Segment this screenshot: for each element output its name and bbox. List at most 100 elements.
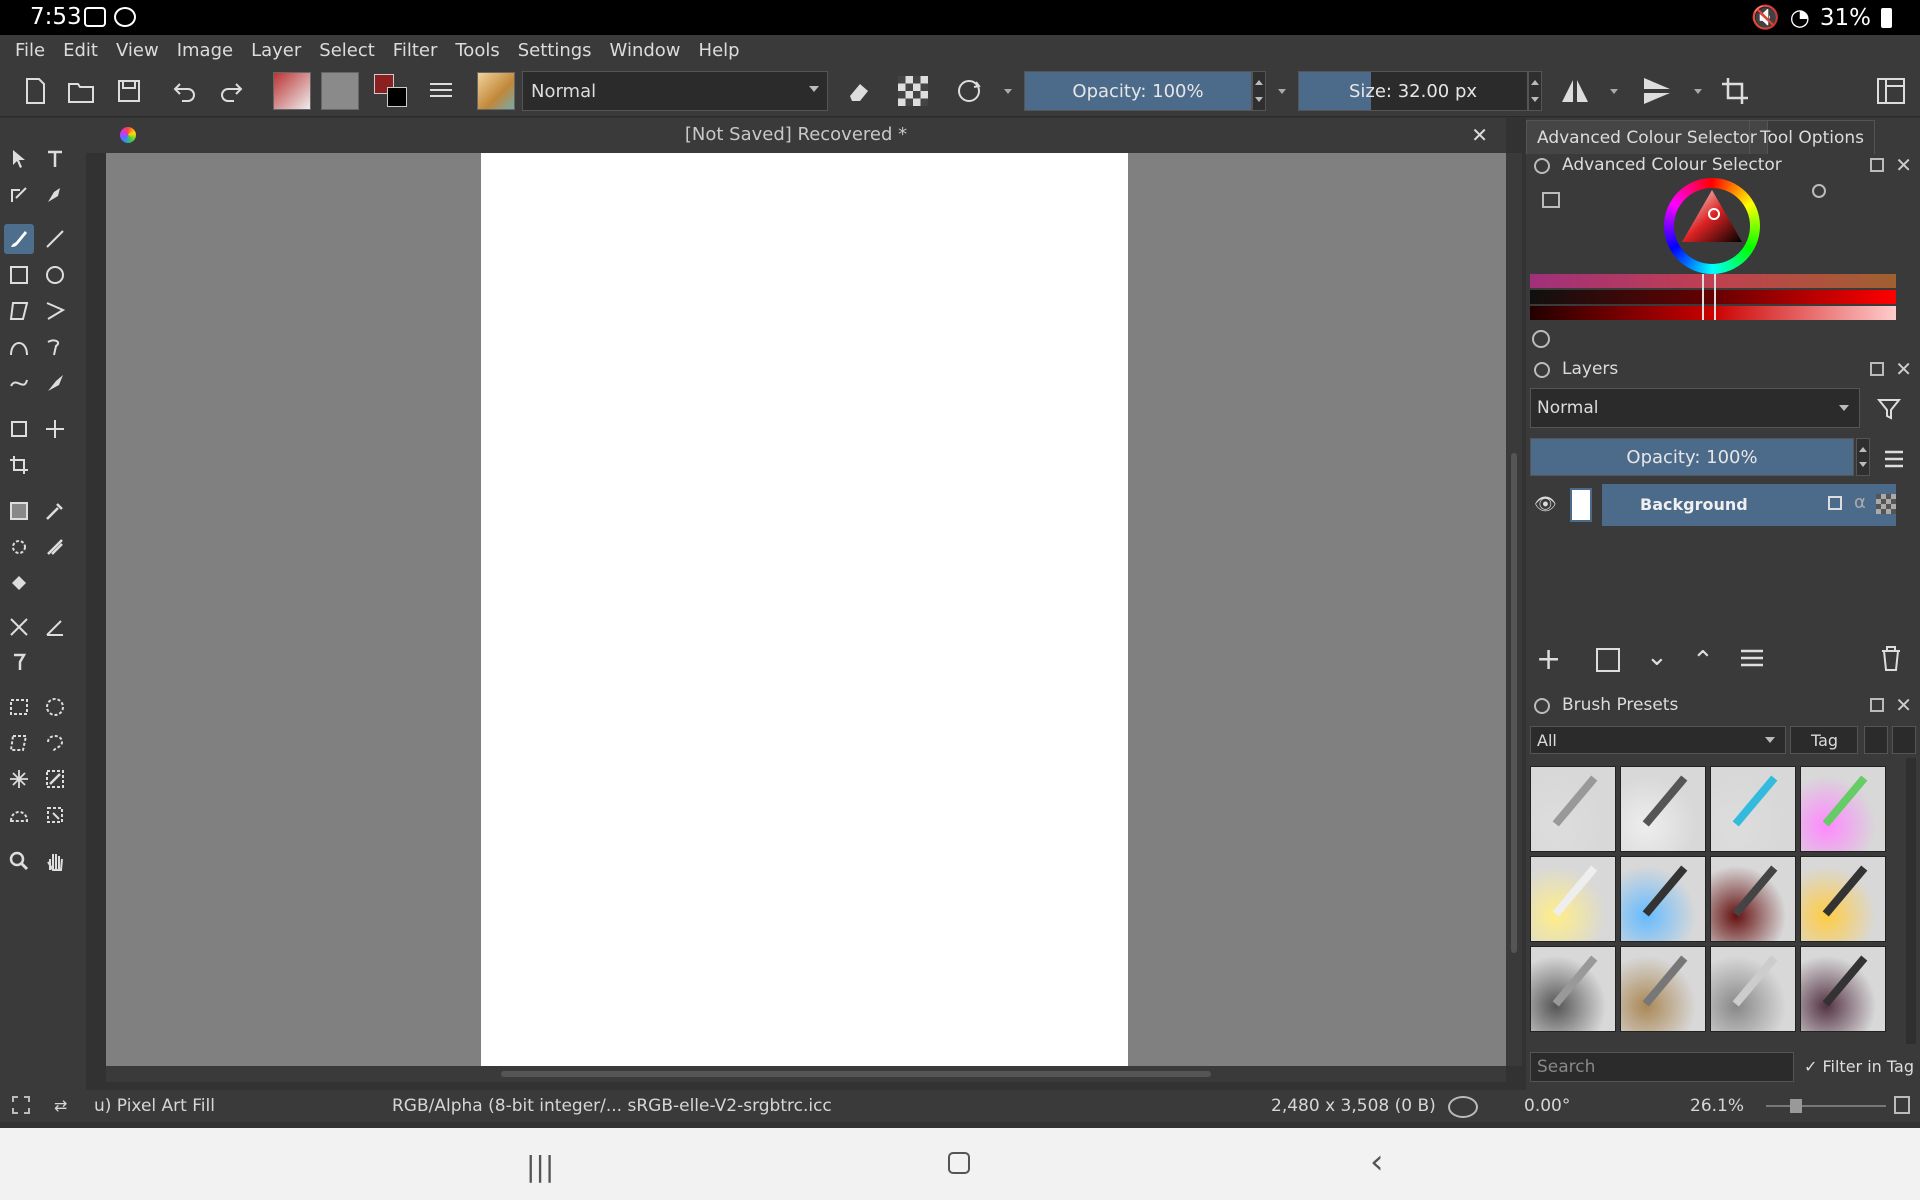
polygon-tool-icon[interactable] — [4, 296, 34, 326]
calligraphy-tool-icon[interactable] — [40, 180, 70, 210]
tag-button[interactable]: Tag — [1790, 726, 1858, 754]
fill-tool-icon[interactable] — [40, 532, 70, 562]
no-color-icon[interactable] — [1812, 184, 1826, 198]
brush-search-input[interactable]: Search — [1530, 1052, 1794, 1082]
inherit-alpha-icon[interactable] — [1876, 494, 1896, 514]
brush-preset-item[interactable] — [1620, 946, 1706, 1032]
layer-properties-icon[interactable] — [1738, 644, 1766, 676]
reload-preset-icon[interactable] — [952, 73, 986, 109]
transform-tool-icon[interactable] — [4, 414, 34, 444]
workspace-icon[interactable] — [1874, 73, 1908, 109]
edit-shapes-tool-icon[interactable] — [4, 180, 34, 210]
freehand-selection-icon[interactable] — [40, 728, 70, 758]
save-icon[interactable] — [112, 73, 146, 109]
menu-tools[interactable]: Tools — [446, 40, 508, 61]
pattern-swatch[interactable] — [320, 72, 360, 110]
brush-preset-item[interactable] — [1530, 856, 1616, 942]
hue-bar[interactable] — [1530, 274, 1896, 288]
size-spinner[interactable] — [1528, 71, 1542, 111]
zoom-slider-handle[interactable] — [1790, 1099, 1802, 1113]
magnetic-selection-icon[interactable] — [40, 800, 70, 830]
pan-tool-icon[interactable] — [40, 846, 70, 876]
bezier-curve-tool-icon[interactable] — [4, 332, 34, 362]
brush-settings-icon[interactable] — [424, 73, 458, 109]
document-tab[interactable]: [Not Saved] Recovered * ✕ — [86, 118, 1506, 153]
recent-apps-icon[interactable]: ||| — [526, 1150, 554, 1183]
layer-opacity-slider[interactable]: Opacity: 100% — [1530, 438, 1854, 476]
menu-window[interactable]: Window — [601, 40, 690, 61]
brush-tag-filter-select[interactable]: All — [1530, 726, 1786, 754]
assistant-tool-icon[interactable] — [4, 612, 34, 642]
gradient-swatch[interactable] — [272, 72, 312, 110]
zoom-slider[interactable] — [1766, 1105, 1886, 1107]
menu-select[interactable]: Select — [310, 40, 384, 61]
colour-triangle[interactable] — [1676, 186, 1748, 258]
settings-list-icon[interactable] — [1542, 192, 1560, 208]
brush-scrollbar[interactable] — [1906, 758, 1916, 1044]
select-shapes-tool-icon[interactable] — [4, 144, 34, 174]
menu-image[interactable]: Image — [168, 40, 242, 61]
home-icon[interactable] — [948, 1152, 970, 1174]
float-icon[interactable] — [1870, 698, 1884, 712]
eye-icon[interactable]: 👁 — [1534, 494, 1557, 515]
list-view-icon[interactable] — [1864, 726, 1888, 754]
multibrush-tool-icon[interactable] — [40, 368, 70, 398]
crop-tool-icon[interactable] — [4, 450, 34, 480]
bezier-selection-icon[interactable] — [4, 800, 34, 830]
refresh-icon[interactable] — [1532, 330, 1550, 348]
chevron-down-icon[interactable] — [1694, 89, 1702, 94]
tab-tool-options[interactable]: Tool Options — [1749, 120, 1876, 154]
layer-row[interactable]: 👁 Background α — [1530, 484, 1920, 526]
alpha-lock-icon[interactable] — [898, 73, 928, 109]
brush-preset-thumbnail[interactable] — [476, 72, 516, 110]
saturation-bar[interactable] — [1530, 290, 1896, 304]
undo-icon[interactable] — [168, 73, 202, 109]
vertical-scrollbar[interactable] — [1506, 153, 1522, 1066]
freehand-brush-tool-icon[interactable] — [4, 224, 34, 254]
rotation-icon[interactable] — [1448, 1096, 1478, 1118]
chevron-down-icon[interactable] — [1610, 89, 1618, 94]
scroll-thumb[interactable] — [501, 1071, 1211, 1077]
menu-layer[interactable]: Layer — [242, 40, 310, 61]
brush-preset-item[interactable] — [1620, 766, 1706, 852]
smart-patch-tool-icon[interactable] — [4, 532, 34, 562]
brush-preset-item[interactable] — [1710, 856, 1796, 942]
move-tool-icon[interactable] — [40, 414, 70, 444]
blend-mode-select[interactable]: Normal — [522, 71, 828, 111]
menu-file[interactable]: File — [6, 40, 54, 61]
horizontal-scrollbar[interactable] — [106, 1066, 1506, 1082]
wrap-around-icon[interactable] — [1718, 73, 1752, 109]
value-bar[interactable] — [1530, 306, 1896, 320]
gradient-tool-icon[interactable] — [4, 496, 34, 526]
rectangle-tool-icon[interactable] — [4, 260, 34, 290]
layer-blend-mode-select[interactable]: Normal — [1530, 388, 1860, 428]
move-down-icon[interactable]: ⌄ — [1646, 642, 1668, 672]
tab-advanced-colour-selector[interactable]: Advanced Colour Selector — [1526, 120, 1768, 154]
line-tool-icon[interactable] — [40, 224, 70, 254]
menu-filter[interactable]: Filter — [384, 40, 447, 61]
colour-wheel[interactable] — [1664, 178, 1760, 274]
paper-canvas[interactable] — [481, 153, 1128, 1066]
text-tool-icon[interactable] — [40, 144, 70, 174]
chevron-down-icon[interactable] — [1004, 89, 1012, 94]
brush-preset-item[interactable] — [1800, 856, 1886, 942]
rectangular-selection-icon[interactable] — [4, 692, 34, 722]
filter-icon[interactable] — [1876, 396, 1902, 426]
menu-help[interactable]: Help — [690, 40, 749, 61]
polyline-tool-icon[interactable] — [40, 296, 70, 326]
freehand-path-tool-icon[interactable] — [40, 332, 70, 362]
measure-tool-icon[interactable] — [40, 612, 70, 642]
lock-icon[interactable] — [1534, 158, 1550, 174]
brush-preset-item[interactable] — [1800, 946, 1886, 1032]
brush-preset-item[interactable] — [1530, 766, 1616, 852]
menu-settings[interactable]: Settings — [509, 40, 601, 61]
scroll-thumb[interactable] — [1511, 453, 1517, 953]
similar-color-selection-icon[interactable] — [40, 764, 70, 794]
close-icon[interactable]: ✕ — [1895, 693, 1912, 717]
lock-icon[interactable] — [1828, 496, 1842, 510]
polygonal-selection-icon[interactable] — [4, 728, 34, 758]
brush-preset-item[interactable] — [1800, 766, 1886, 852]
dynamic-brush-tool-icon[interactable] — [4, 368, 34, 398]
color-profile[interactable]: RGB/Alpha (8-bit integer/... sRGB-elle-V… — [392, 1096, 832, 1116]
color-picker-tool-icon[interactable] — [40, 496, 70, 526]
